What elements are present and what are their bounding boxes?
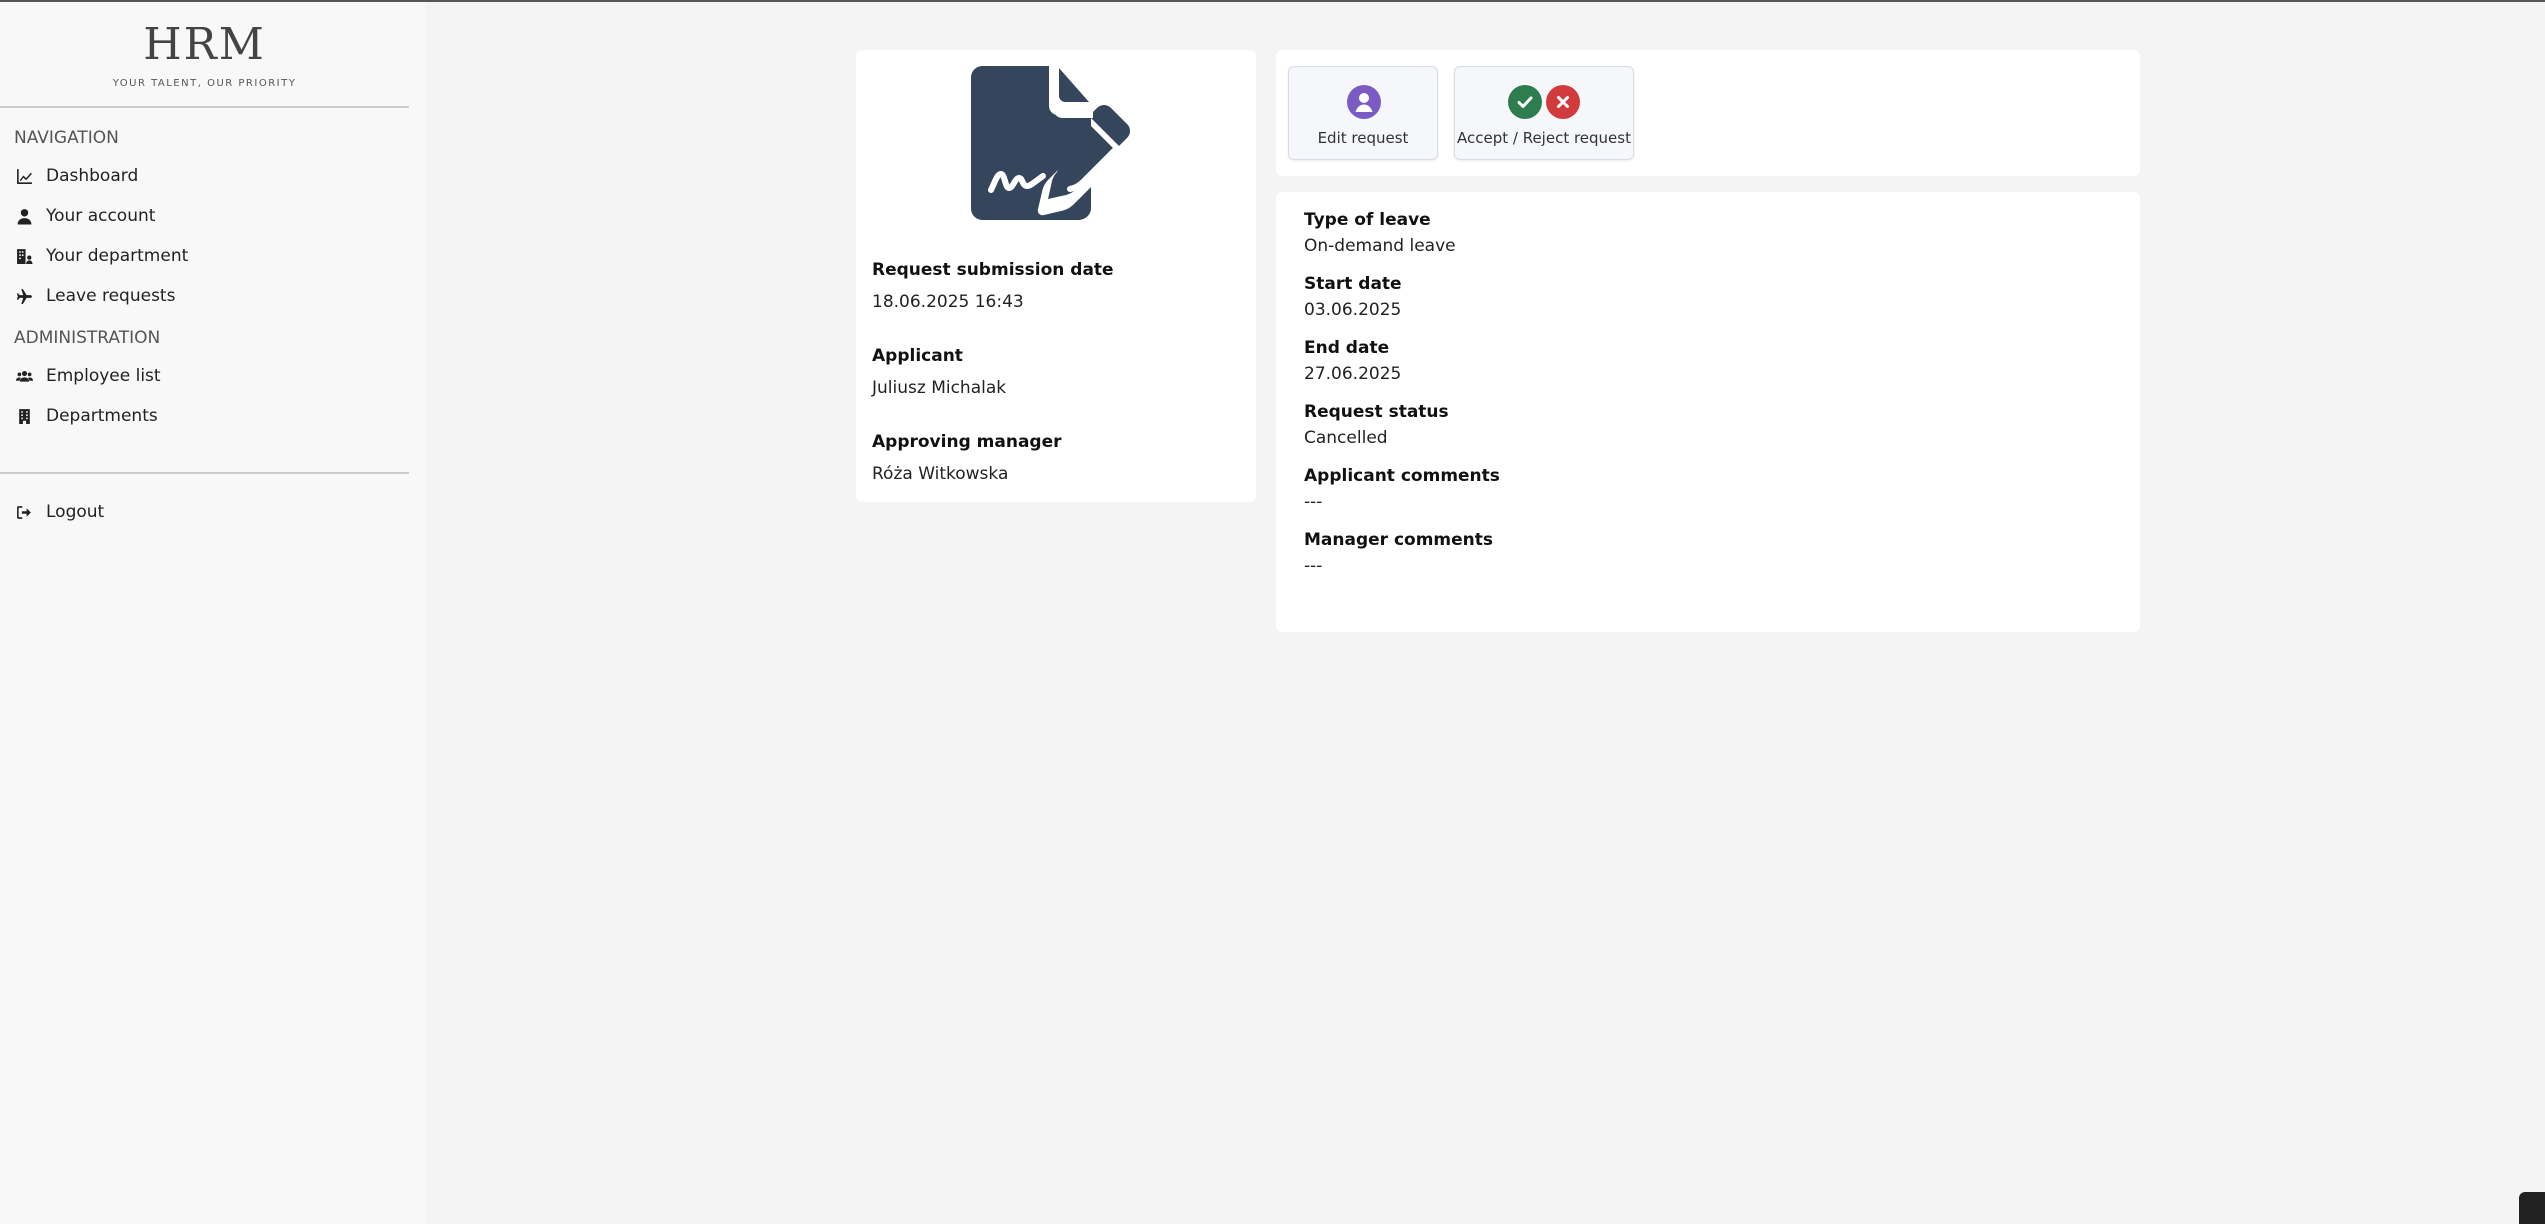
start-date-label: Start date — [1304, 274, 1402, 294]
applicant-comments-value: --- — [1304, 492, 1323, 512]
sidebar: HRM YOUR TALENT, OUR PRIORITY NAVIGATION… — [0, 2, 425, 1224]
sidebar-item-label: Leave requests — [46, 286, 176, 306]
building-icon — [14, 406, 34, 426]
sidebar-item-your-account[interactable]: Your account — [0, 196, 425, 236]
sidebar-item-label: Departments — [46, 406, 158, 426]
brand-title: HRM — [143, 19, 266, 70]
users-icon — [14, 366, 34, 386]
manager-comments-label: Manager comments — [1304, 530, 1494, 550]
end-date-label: End date — [1304, 338, 1390, 358]
sidebar-divider — [0, 472, 409, 474]
approving-manager-value: Róża Witkowska — [872, 464, 1009, 484]
accept-reject-request-label: Accept / Reject request — [1456, 129, 1631, 147]
chart-line-icon — [14, 166, 34, 186]
logout-icon — [14, 502, 34, 522]
logout-label: Logout — [46, 502, 105, 522]
check-icon — [1508, 85, 1542, 119]
navigation-section-title: NAVIGATION — [14, 128, 119, 148]
type-of-leave-label: Type of leave — [1304, 210, 1431, 230]
request-details-card: Type of leave On-demand leave Start date… — [1276, 192, 2140, 632]
corner-toolbar-icon[interactable] — [2519, 1192, 2545, 1224]
main-content: Request submission date 18.06.2025 16:43… — [425, 2, 2545, 1224]
user-circle-icon — [1347, 85, 1381, 119]
file-signature-icon — [971, 66, 1130, 220]
end-date-value: 27.06.2025 — [1304, 364, 1402, 384]
logout-button[interactable]: Logout — [0, 492, 425, 532]
start-date-value: 03.06.2025 — [1304, 300, 1402, 320]
approving-manager-label: Approving manager — [872, 432, 1062, 452]
request-summary-card: Request submission date 18.06.2025 16:43… — [856, 50, 1256, 502]
brand-logo[interactable]: HRM YOUR TALENT, OUR PRIORITY — [0, 2, 409, 106]
applicant-value: Juliusz Michalak — [872, 378, 1007, 398]
administration-section-title: ADMINISTRATION — [14, 328, 161, 348]
sidebar-item-label: Dashboard — [46, 166, 139, 186]
sidebar-item-your-department[interactable]: Your department — [0, 236, 425, 276]
plane-icon — [14, 286, 34, 306]
edit-request-label: Edit request — [1317, 129, 1409, 147]
user-icon — [14, 206, 34, 226]
sidebar-item-employee-list[interactable]: Employee list — [0, 356, 425, 396]
request-status-label: Request status — [1304, 402, 1449, 422]
accept-reject-request-button[interactable]: Accept / Reject request — [1454, 66, 1634, 160]
manager-comments-value: --- — [1304, 556, 1323, 576]
actions-card: Edit request Accept / Reject request — [1276, 50, 2140, 176]
submission-date-label: Request submission date — [872, 260, 1114, 280]
applicant-comments-label: Applicant comments — [1304, 466, 1500, 486]
sidebar-item-leave-requests[interactable]: Leave requests — [0, 276, 425, 316]
sidebar-item-label: Your department — [46, 246, 189, 266]
x-icon — [1546, 85, 1580, 119]
building-user-icon — [14, 246, 34, 266]
request-status-value: Cancelled — [1304, 428, 1388, 448]
sidebar-divider — [0, 106, 409, 108]
brand-subtitle: YOUR TALENT, OUR PRIORITY — [112, 78, 297, 89]
sidebar-item-label: Employee list — [46, 366, 161, 386]
submission-date-value: 18.06.2025 16:43 — [872, 292, 1024, 312]
edit-request-button[interactable]: Edit request — [1288, 66, 1438, 160]
type-of-leave-value: On-demand leave — [1304, 236, 1456, 256]
applicant-label: Applicant — [872, 346, 963, 366]
sidebar-item-label: Your account — [46, 206, 156, 226]
sidebar-item-dashboard[interactable]: Dashboard — [0, 156, 425, 196]
sidebar-item-departments[interactable]: Departments — [0, 396, 425, 436]
